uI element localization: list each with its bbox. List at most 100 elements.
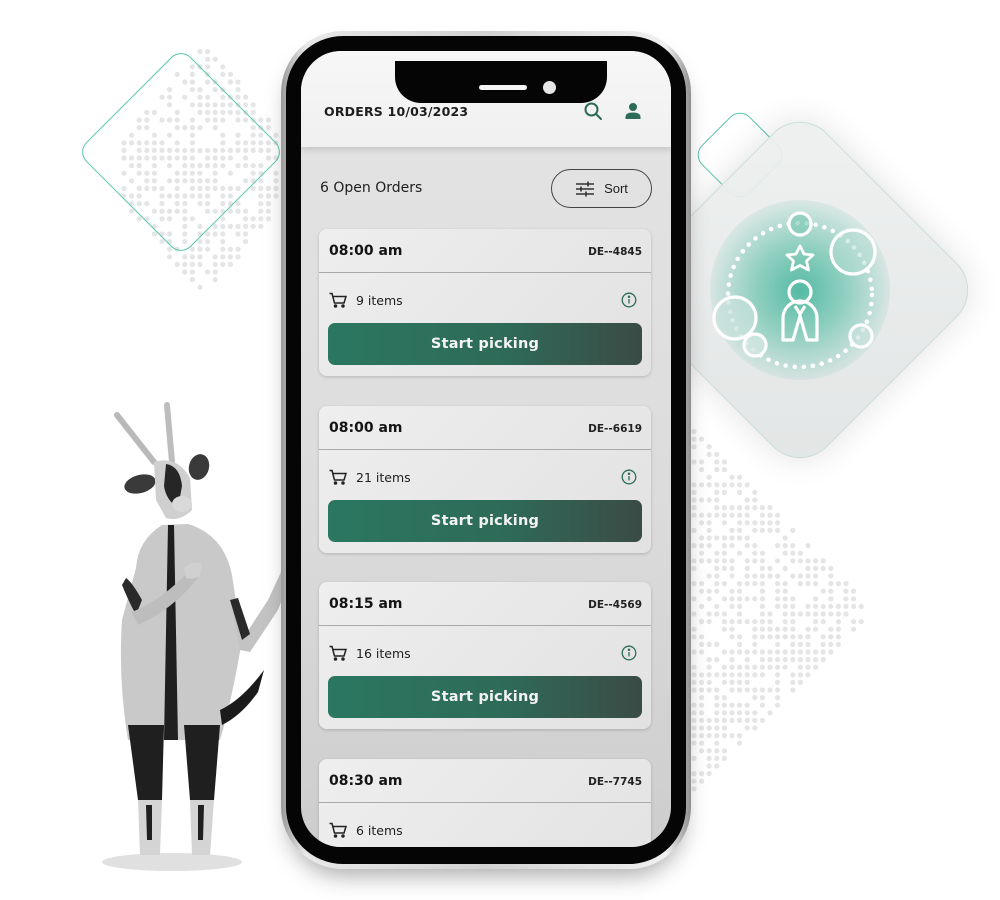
sort-button[interactable]: Sort xyxy=(551,169,652,208)
decor-dot xyxy=(258,140,264,146)
decor-dot xyxy=(775,664,781,670)
decor-dot xyxy=(144,125,150,131)
order-time: 08:30 am xyxy=(329,773,403,789)
decor-dot xyxy=(721,748,727,754)
decor-dot xyxy=(851,619,857,625)
decor-dot xyxy=(227,254,233,260)
decor-dot xyxy=(729,588,735,594)
decor-dot xyxy=(699,687,705,693)
decor-dot xyxy=(159,140,165,146)
decor-dot xyxy=(182,94,188,100)
decor-dot xyxy=(699,634,705,640)
decor-dot xyxy=(775,641,781,647)
decor-dot xyxy=(714,687,720,693)
decor-dot xyxy=(699,771,705,777)
decor-dot xyxy=(691,710,697,716)
decor-dot xyxy=(721,543,727,549)
decor-dot xyxy=(797,664,803,670)
user-icon[interactable] xyxy=(623,101,643,121)
decor-dot xyxy=(782,626,788,632)
diamond-outline-decoration xyxy=(76,47,286,257)
decor-dot xyxy=(699,717,705,723)
decor-dot xyxy=(182,163,188,169)
decor-dot xyxy=(174,201,180,207)
decor-dot xyxy=(189,117,195,123)
decor-dot xyxy=(805,565,811,571)
search-icon[interactable] xyxy=(583,101,603,121)
decor-dot xyxy=(227,147,233,153)
decor-dot xyxy=(212,261,218,267)
decor-dot xyxy=(752,581,758,587)
decor-dot xyxy=(136,170,142,176)
decor-dot xyxy=(813,581,819,587)
decor-dot xyxy=(737,717,743,723)
decor-dot xyxy=(744,619,750,625)
decor-dot xyxy=(174,155,180,161)
decor-dot xyxy=(759,520,765,526)
decor-dot xyxy=(691,687,697,693)
start-picking-button[interactable]: Start picking xyxy=(328,500,642,542)
decor-dot xyxy=(129,193,135,199)
decor-dot xyxy=(151,109,157,115)
decor-dot xyxy=(813,657,819,663)
decor-dot xyxy=(752,664,758,670)
decor-dot xyxy=(729,657,735,663)
decor-dot xyxy=(729,634,735,640)
decor-dot xyxy=(243,117,249,123)
decor-dot xyxy=(227,94,233,100)
decor-dot xyxy=(691,497,697,503)
decor-dot xyxy=(744,543,750,549)
decor-dot xyxy=(699,740,705,746)
decor-dot xyxy=(828,641,834,647)
decor-dot xyxy=(699,641,705,647)
decor-dot xyxy=(121,155,127,161)
info-icon[interactable] xyxy=(621,469,637,485)
decor-dot xyxy=(243,155,249,161)
decor-dot xyxy=(752,497,758,503)
decor-dot xyxy=(250,147,256,153)
decor-dot xyxy=(258,132,264,138)
decor-dot xyxy=(759,596,765,602)
decor-dot xyxy=(258,201,264,207)
decor-dot xyxy=(729,474,735,480)
decor-dot xyxy=(144,185,150,191)
decor-dot xyxy=(752,489,758,495)
decor-dot xyxy=(759,505,765,511)
order-card: 08:30 am DE--7745 6 items Start picking xyxy=(319,759,651,847)
decor-dot xyxy=(706,527,712,533)
cart-icon xyxy=(329,645,347,661)
decor-dot xyxy=(721,725,727,731)
info-icon[interactable] xyxy=(621,292,637,308)
decor-dot xyxy=(265,117,271,123)
decor-dot xyxy=(220,94,226,100)
decor-dot xyxy=(744,717,750,723)
decor-dot xyxy=(714,497,720,503)
start-picking-button[interactable]: Start picking xyxy=(328,676,642,718)
decor-dot xyxy=(197,170,203,176)
decor-dot xyxy=(691,626,697,632)
decor-dot xyxy=(129,208,135,214)
start-picking-button[interactable]: Start picking xyxy=(328,323,642,365)
decor-dot xyxy=(220,231,226,237)
decor-dot xyxy=(752,687,758,693)
decor-dot xyxy=(121,193,127,199)
decor-dot xyxy=(767,626,773,632)
decor-dot xyxy=(805,649,811,655)
decor-dot xyxy=(220,87,226,93)
decor-dot xyxy=(691,649,697,655)
decor-dot xyxy=(744,702,750,708)
decor-dot xyxy=(691,512,697,518)
decor-dot xyxy=(752,505,758,511)
decor-dot xyxy=(250,140,256,146)
decor-dot xyxy=(212,178,218,184)
decor-dot xyxy=(691,679,697,685)
decor-dot xyxy=(729,733,735,739)
decor-dot xyxy=(182,254,188,260)
decor-dot xyxy=(744,512,750,518)
decor-dot xyxy=(265,208,271,214)
decor-dot xyxy=(706,474,712,480)
info-icon[interactable] xyxy=(621,645,637,661)
decor-dot xyxy=(759,687,765,693)
decor-dot xyxy=(243,178,249,184)
decor-dot xyxy=(744,710,750,716)
